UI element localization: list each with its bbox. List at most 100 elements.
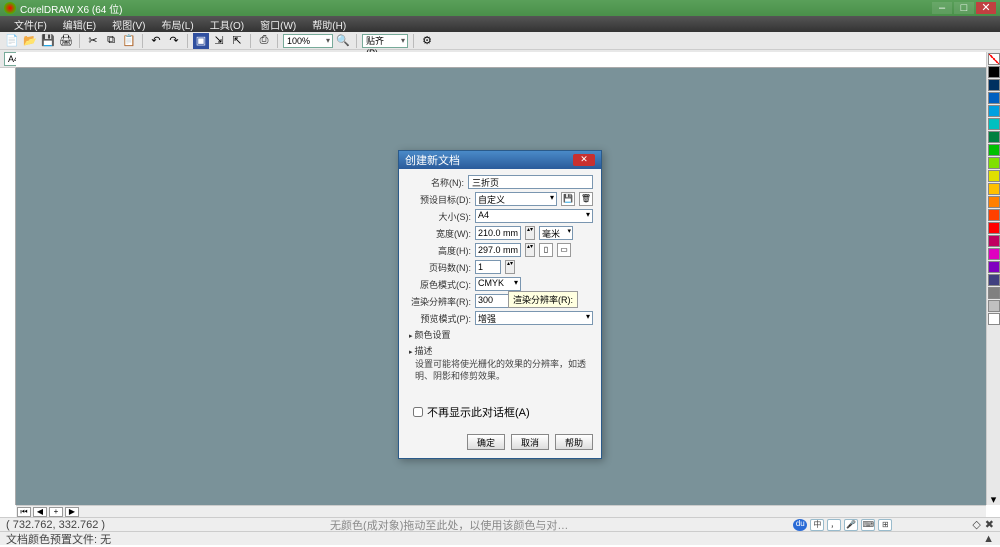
landscape-orient-icon[interactable]: ▭	[557, 243, 571, 257]
maximize-button[interactable]: □	[954, 2, 974, 14]
menu-edit[interactable]: 编辑(E)	[55, 17, 104, 32]
vertical-ruler[interactable]	[0, 68, 16, 505]
new-doc-icon[interactable]: 📄	[4, 33, 20, 49]
color-palette: ▾	[986, 52, 1000, 505]
width-label: 宽度(W):	[407, 227, 471, 240]
width-spinner[interactable]: ▴▾	[525, 226, 535, 240]
ime-du-icon[interactable]: du	[793, 519, 807, 531]
colormode-combo[interactable]: CMYK	[475, 277, 521, 291]
save-icon[interactable]: 💾	[40, 33, 56, 49]
color-swatch[interactable]	[988, 261, 1000, 273]
next-page-button[interactable]: ▶	[65, 507, 79, 517]
close-window-button[interactable]: ✕	[976, 2, 996, 14]
undo-icon[interactable]: ↶	[148, 33, 164, 49]
color-swatch[interactable]	[988, 66, 1000, 78]
palette-down-icon[interactable]: ▾	[988, 493, 1000, 505]
save-preset-icon[interactable]: 💾	[561, 192, 575, 206]
menu-tools[interactable]: 工具(O)	[202, 17, 252, 32]
width-input[interactable]	[475, 226, 521, 240]
separator	[187, 34, 188, 48]
separator	[142, 34, 143, 48]
first-page-button[interactable]: ⏮	[17, 507, 31, 517]
fill-indicator-icon[interactable]: ◇	[972, 518, 980, 531]
color-swatch[interactable]	[988, 209, 1000, 221]
help-button[interactable]: 帮助	[555, 434, 593, 450]
dialog-titlebar[interactable]: 创建新文档 ✕	[399, 151, 601, 169]
menu-file[interactable]: 文件(F)	[6, 17, 55, 32]
color-swatch[interactable]	[988, 157, 1000, 169]
status-tool-icon[interactable]: ▲	[983, 533, 994, 545]
ime-cn-icon[interactable]: 中	[810, 519, 824, 531]
delete-preset-icon[interactable]: 🗑	[579, 192, 593, 206]
color-swatch[interactable]	[988, 92, 1000, 104]
app-logo-icon	[4, 2, 16, 14]
color-swatch[interactable]	[988, 144, 1000, 156]
import-icon[interactable]: ⇲	[211, 33, 227, 49]
pages-input[interactable]	[475, 260, 501, 274]
menu-help[interactable]: 帮助(H)	[304, 17, 354, 32]
ime-grid-icon[interactable]: ⊞	[878, 519, 892, 531]
outline-indicator-icon[interactable]: ✖	[985, 518, 994, 531]
height-input[interactable]	[475, 243, 521, 257]
redo-icon[interactable]: ↷	[166, 33, 182, 49]
open-icon[interactable]: 📂	[22, 33, 38, 49]
preview-combo[interactable]: 增强	[475, 311, 593, 325]
horizontal-ruler[interactable]	[16, 52, 986, 68]
width-unit-combo[interactable]: 毫米	[539, 226, 573, 240]
paste-icon[interactable]: 📋	[121, 33, 137, 49]
no-fill-swatch[interactable]	[988, 53, 1000, 65]
menu-view[interactable]: 视图(V)	[104, 17, 153, 32]
color-swatch[interactable]	[988, 248, 1000, 260]
publish-icon[interactable]: ⎙	[256, 33, 272, 49]
print-icon[interactable]: 🖨	[58, 33, 74, 49]
size-label: 大小(S):	[407, 210, 471, 223]
prev-page-button[interactable]: ◀	[33, 507, 47, 517]
color-swatch[interactable]	[988, 196, 1000, 208]
pages-spinner[interactable]: ▴▾	[505, 260, 515, 274]
color-swatch[interactable]	[988, 287, 1000, 299]
color-swatch[interactable]	[988, 222, 1000, 234]
copy-icon[interactable]: ⧉	[103, 33, 119, 49]
zoom-combo[interactable]: 100%	[283, 34, 333, 48]
separator	[250, 34, 251, 48]
zoom-tool-icon[interactable]: 🔍	[335, 33, 351, 49]
cut-icon[interactable]: ✂	[85, 33, 101, 49]
noshow-checkbox[interactable]	[413, 407, 423, 417]
add-page-button[interactable]: +	[49, 507, 63, 517]
color-swatch[interactable]	[988, 131, 1000, 143]
ime-keyboard-icon[interactable]: ⌨	[861, 519, 875, 531]
menu-window[interactable]: 窗口(W)	[252, 17, 304, 32]
size-combo[interactable]: A4	[475, 209, 593, 223]
cancel-button[interactable]: 取消	[511, 434, 549, 450]
export-icon[interactable]: ⇱	[229, 33, 245, 49]
noshow-checkbox-row[interactable]: 不再显示此对话框(A)	[413, 404, 593, 420]
ime-punct-icon[interactable]: ，	[827, 519, 841, 531]
portrait-orient-icon[interactable]: ▯	[539, 243, 553, 257]
dialog-close-button[interactable]: ✕	[573, 154, 595, 166]
preset-combo[interactable]: 自定义	[475, 192, 557, 206]
color-swatch[interactable]	[988, 170, 1000, 182]
options-icon[interactable]: ⚙	[419, 33, 435, 49]
name-input[interactable]	[468, 175, 593, 189]
menu-layout[interactable]: 布局(L)	[153, 17, 201, 32]
ok-button[interactable]: 确定	[467, 434, 505, 450]
color-swatch[interactable]	[988, 300, 1000, 312]
color-swatch[interactable]	[988, 313, 1000, 325]
tooltip: 渲染分辨率(R):	[508, 291, 578, 308]
color-swatch[interactable]	[988, 183, 1000, 195]
color-swatch[interactable]	[988, 79, 1000, 91]
color-swatch[interactable]	[988, 274, 1000, 286]
ime-mic-icon[interactable]: 🎤	[844, 519, 858, 531]
description-section[interactable]: 描述	[409, 344, 593, 357]
snap-combo[interactable]: 贴齐(P)	[362, 34, 408, 48]
minimize-button[interactable]: –	[932, 2, 952, 14]
pick-tool-icon[interactable]: ▣	[193, 33, 209, 49]
color-swatch[interactable]	[988, 118, 1000, 130]
colormode-label: 原色模式(C):	[407, 278, 471, 291]
color-settings-section[interactable]: 颜色设置	[409, 328, 593, 341]
color-swatch[interactable]	[988, 235, 1000, 247]
separator	[413, 34, 414, 48]
color-swatch[interactable]	[988, 105, 1000, 117]
dialog-title: 创建新文档	[405, 152, 573, 168]
height-spinner[interactable]: ▴▾	[525, 243, 535, 257]
